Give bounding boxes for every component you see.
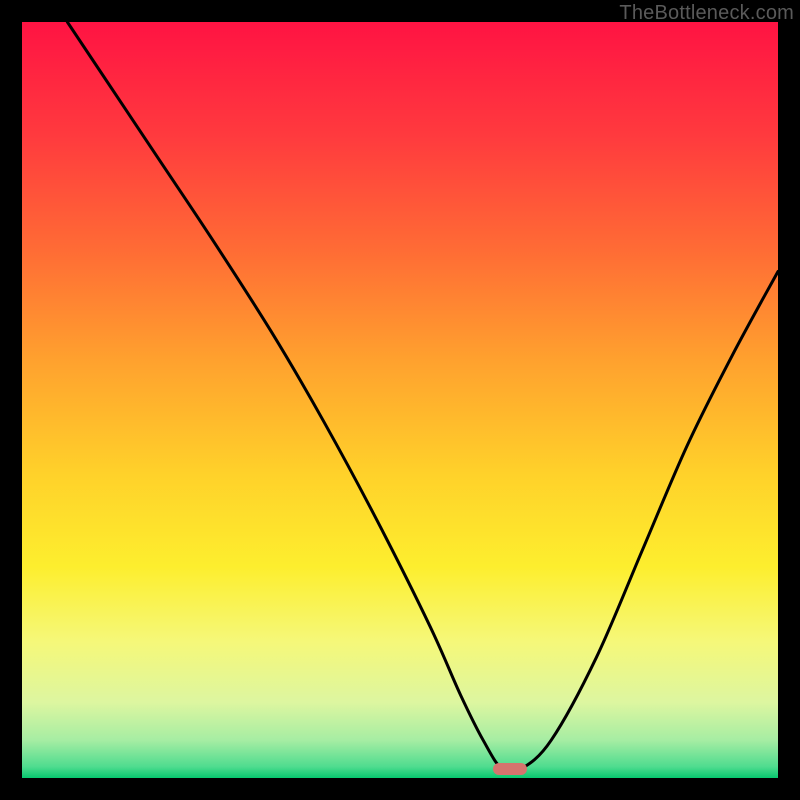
watermark-text: TheBottleneck.com — [619, 2, 794, 25]
chart-frame: TheBottleneck.com — [0, 0, 800, 800]
bottleneck-curve — [22, 22, 778, 778]
optimal-marker — [493, 763, 527, 776]
plot-area — [22, 22, 778, 778]
